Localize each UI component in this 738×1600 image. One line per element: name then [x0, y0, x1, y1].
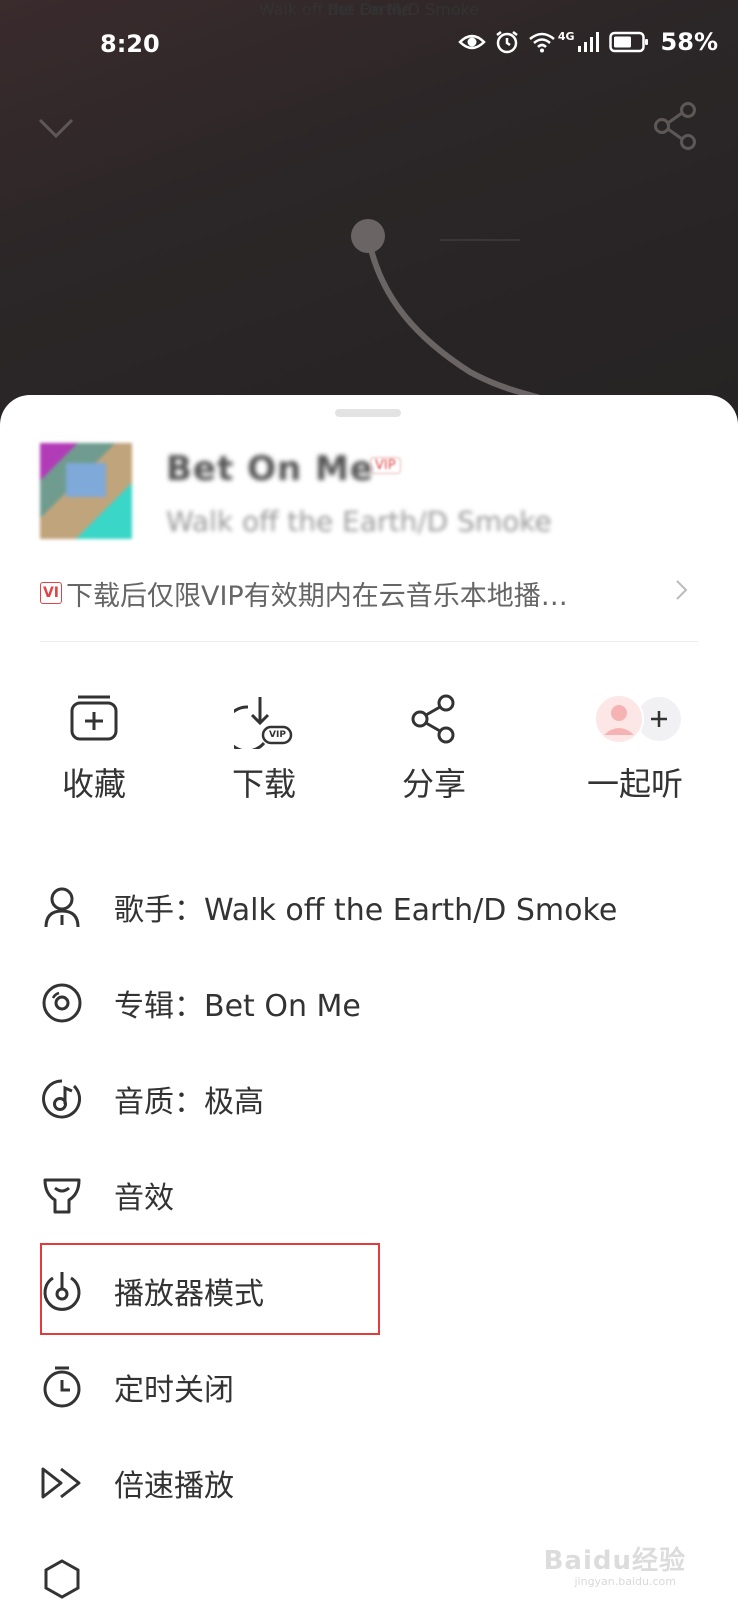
player-mode-icon [40, 1269, 84, 1313]
song-menu-sheet: Bet On Me VIP Walk off the Earth/D Smoke… [0, 395, 738, 1600]
download-button[interactable]: VIP 下载 [194, 691, 334, 821]
vip-download-notice[interactable]: VI 下载后仅限VIP有效期内在云音乐本地播… [40, 573, 690, 613]
menu-item-timer[interactable]: 定时关闭 [40, 1347, 700, 1427]
download-vip-tag: VIP [269, 730, 286, 740]
sheet-song-title: Bet On Me [166, 449, 374, 489]
album-label: 专辑：Bet On Me [114, 989, 361, 1024]
singer-label: 歌手：Walk off the Earth/D Smoke [114, 893, 618, 928]
vip-notice-tag: VI [40, 582, 62, 604]
player-mode-label: 播放器模式 [114, 1277, 264, 1312]
share-icon [408, 693, 460, 749]
sound-effect-label: 音效 [114, 1181, 174, 1216]
notice-text: 下载后仅限VIP有效期内在云音乐本地播… [66, 580, 568, 612]
sound-effect-icon [40, 1173, 84, 1217]
album-cover [40, 443, 132, 539]
menu-item-sound-effect[interactable]: 音效 [40, 1155, 700, 1235]
menu-item-singer[interactable]: 歌手：Walk off the Earth/D Smoke [40, 867, 700, 947]
timer-label: 定时关闭 [114, 1373, 234, 1408]
speed-label: 倍速播放 [114, 1469, 234, 1504]
menu-item-player-mode[interactable]: 播放器模式 [40, 1251, 700, 1331]
share-button[interactable]: 分享 [364, 691, 504, 821]
share-label: 分享 [401, 765, 466, 803]
collect-label: 收藏 [61, 765, 126, 803]
quality-label: 音质：极高 [114, 1085, 264, 1120]
menu-item-album[interactable]: 专辑：Bet On Me [40, 963, 700, 1043]
download-vip-icon: VIP [223, 693, 294, 753]
listen-together-label: 一起听 [586, 765, 683, 803]
divider [40, 641, 698, 642]
sheet-drag-handle[interactable] [335, 409, 401, 417]
menu-item-quality[interactable]: 音质：极高 [40, 1059, 700, 1139]
menu-item-speed[interactable]: 倍速播放 [40, 1443, 700, 1523]
sheet-song-artist: Walk off the Earth/D Smoke [166, 505, 552, 538]
watermark-brand: Baidu经验 [543, 1546, 686, 1576]
vip-badge: VIP [370, 457, 401, 474]
tonearm-graphic [351, 219, 543, 401]
watermark-url: jingyan.baidu.com [574, 1575, 676, 1588]
listen-together-button[interactable]: 一起听 [560, 691, 710, 821]
singer-icon [40, 885, 84, 929]
chevron-right-icon [674, 577, 690, 610]
collect-button[interactable]: 收藏 [24, 691, 164, 821]
album-icon [40, 981, 84, 1025]
quality-icon [40, 1077, 84, 1121]
timer-icon [40, 1365, 84, 1409]
download-label: 下载 [231, 765, 296, 803]
speed-icon [40, 1461, 84, 1505]
collect-icon [68, 693, 120, 749]
settings-icon [40, 1557, 84, 1600]
player-background: 8:20 4G 58% Bet On Me Walk off the Earth… [0, 0, 738, 430]
listen-together-icon [587, 691, 683, 751]
